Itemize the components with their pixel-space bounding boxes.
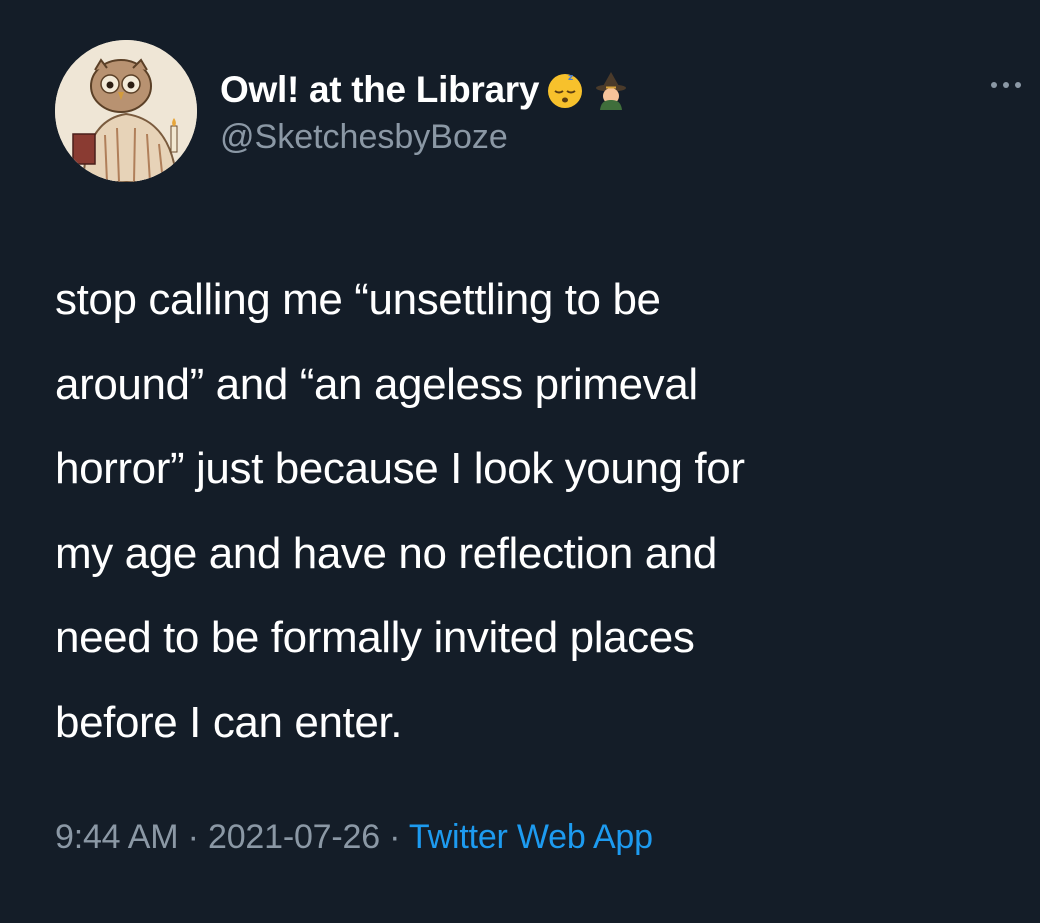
avatar[interactable] [55,40,197,182]
svg-text:z: z [568,73,573,83]
ellipsis-icon [991,82,1021,88]
meta-separator-2: · [379,818,409,856]
tweet-meta: 9:44 AM · 2021-07-26 · Twitter Web App [55,818,653,857]
tweet-source-link[interactable]: Twitter Web App [409,818,653,856]
display-name-row: Owl! at the Library z [220,66,780,114]
witch-icon [591,70,631,110]
owl-avatar-illustration [55,40,197,182]
author-block: Owl! at the Library z @SketchesbyBoze [220,66,780,157]
more-options-button[interactable] [986,72,1026,98]
tweet-text: stop calling me “unsettling to be around… [55,275,745,747]
display-name[interactable]: Owl! at the Library [220,69,539,111]
sleepy-face-icon: z [545,70,585,110]
author-handle[interactable]: @SketchesbyBoze [220,118,780,157]
meta-separator: · [178,818,208,856]
tweet-time[interactable]: 9:44 AM [55,818,179,856]
tweet-date[interactable]: 2021-07-26 [208,818,380,856]
tweet-card: Owl! at the Library z @SketchesbyBoze st… [0,0,1040,923]
